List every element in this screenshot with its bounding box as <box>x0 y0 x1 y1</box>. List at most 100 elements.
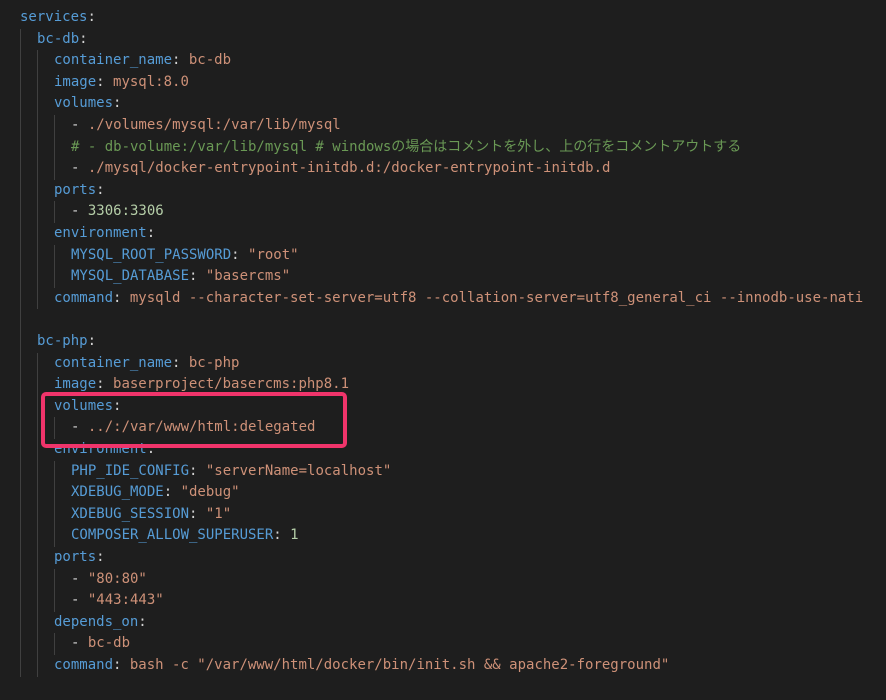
indent-guide <box>20 28 21 677</box>
indent-guide <box>37 50 38 310</box>
yaml-key: XDEBUG_SESSION <box>71 505 190 522</box>
code-line[interactable]: depends_on: <box>54 612 147 634</box>
code-line[interactable]: volumes: <box>54 93 121 115</box>
code-line[interactable]: MYSQL_ROOT_PASSWORD: "root" <box>71 245 299 267</box>
yaml-string-value: mysql:8.0 <box>113 73 189 90</box>
code-line[interactable]: command: mysqld --character-set-server=u… <box>54 288 863 310</box>
indent-guide <box>54 633 55 655</box>
yaml-key: bc-php <box>37 333 88 349</box>
yaml-number-value: 3306:3306 <box>87 203 164 220</box>
yaml-key: container_name <box>54 354 173 371</box>
code-line[interactable]: services: <box>20 7 96 29</box>
yaml-punctuation: : <box>172 354 189 371</box>
yaml-punctuation: : <box>113 95 122 112</box>
code-line[interactable]: XDEBUG_MODE: "debug" <box>71 482 240 504</box>
yaml-number-value: 1 <box>290 527 299 544</box>
yaml-string-value: bash -c "/var/www/html/docker/bin/init.s… <box>129 657 670 673</box>
yaml-punctuation: : <box>189 268 206 285</box>
code-line[interactable]: ports: <box>54 547 105 569</box>
yaml-string-value: "443:443" <box>87 592 164 609</box>
yaml-string-value: "1" <box>205 505 232 522</box>
code-line[interactable]: - ./mysql/docker-entrypoint-initdb.d:/do… <box>71 158 610 180</box>
code-line[interactable]: environment: <box>54 223 155 245</box>
yaml-string-value: "basercms" <box>205 268 291 285</box>
code-line[interactable]: bc-db: <box>37 29 88 51</box>
code-line[interactable]: ports: <box>54 180 105 202</box>
yaml-key: depends_on <box>54 613 139 630</box>
yaml-string-value: ./mysql/docker-entrypoint-initdb.d:/dock… <box>87 160 611 177</box>
yaml-comment: # - db-volume:/var/lib/mysql # windowsの場… <box>71 138 742 155</box>
indent-guide <box>54 244 55 288</box>
yaml-punctuation: : <box>96 181 105 198</box>
indent-guide <box>54 460 55 547</box>
yaml-punctuation: - <box>71 635 88 652</box>
yaml-key: COMPOSER_ALLOW_SUPERUSER <box>71 527 274 544</box>
yaml-punctuation: : <box>79 30 88 47</box>
yaml-punctuation: : <box>113 657 130 673</box>
yaml-punctuation: - <box>71 570 88 587</box>
yaml-punctuation: : <box>273 527 291 544</box>
yaml-punctuation: : <box>146 225 156 241</box>
indent-guide <box>37 352 38 677</box>
yaml-string-value: bc-db <box>87 635 131 652</box>
yaml-punctuation: - <box>71 160 88 177</box>
yaml-punctuation: : <box>172 52 189 69</box>
yaml-key: MYSQL_DATABASE <box>71 268 190 285</box>
yaml-string-value: mysqld --character-set-server=utf8 --col… <box>129 289 864 306</box>
indent-guide <box>54 115 55 180</box>
yaml-key: MYSQL_ROOT_PASSWORD <box>71 246 232 263</box>
yaml-key: environment <box>54 225 147 241</box>
code-editor[interactable]: services: bc-db: container_name: bc-db imag… <box>0 0 886 700</box>
yaml-punctuation: - <box>71 592 88 609</box>
code-line[interactable]: COMPOSER_ALLOW_SUPERUSER: 1 <box>71 525 299 547</box>
code-line[interactable]: - 3306:3306 <box>71 201 164 223</box>
yaml-key: ports <box>54 181 97 198</box>
yaml-punctuation: : <box>96 549 105 565</box>
yaml-string-value: ./volumes/mysql:/var/lib/mysql <box>87 117 341 133</box>
code-line[interactable]: - ./volumes/mysql:/var/lib/mysql <box>71 115 341 137</box>
yaml-punctuation: : <box>96 376 114 393</box>
indent-guide <box>54 568 55 612</box>
code-line[interactable]: bc-php: <box>37 331 96 353</box>
code-line[interactable]: image: mysql:8.0 <box>54 72 189 94</box>
yaml-key: command <box>54 657 114 673</box>
yaml-punctuation: : <box>138 613 147 630</box>
volumes-highlight-box <box>41 392 347 448</box>
code-line[interactable]: MYSQL_DATABASE: "basercms" <box>71 266 290 288</box>
yaml-punctuation: : <box>96 73 114 90</box>
code-line[interactable]: container_name: bc-php <box>54 353 239 375</box>
yaml-string-value: "debug" <box>180 484 240 501</box>
yaml-string-value: "root" <box>248 246 299 263</box>
yaml-punctuation: - <box>71 117 88 133</box>
code-line[interactable]: - bc-db <box>71 633 130 655</box>
yaml-string-value: "80:80" <box>87 570 147 587</box>
yaml-key: ports <box>54 549 97 565</box>
yaml-key: bc-db <box>37 30 80 47</box>
yaml-punctuation: : <box>231 246 249 263</box>
code-line[interactable]: PHP_IDE_CONFIG: "serverName=localhost" <box>71 461 391 483</box>
code-line[interactable]: # - db-volume:/var/lib/mysql # windowsの場… <box>71 137 741 159</box>
yaml-key: command <box>54 289 114 306</box>
yaml-punctuation: : <box>189 462 206 479</box>
yaml-punctuation: : <box>113 289 130 306</box>
code-line[interactable]: - "80:80" <box>71 569 147 591</box>
yaml-key: image <box>54 376 97 393</box>
yaml-punctuation: - <box>71 203 88 220</box>
yaml-string-value: bc-db <box>188 52 232 69</box>
code-line[interactable]: container_name: bc-db <box>54 50 231 72</box>
yaml-string-value: bc-php <box>188 354 240 371</box>
yaml-key: services <box>20 9 88 25</box>
code-line[interactable]: - "443:443" <box>71 590 164 612</box>
yaml-key: PHP_IDE_CONFIG <box>71 462 190 479</box>
yaml-punctuation: : <box>87 333 97 349</box>
code-line[interactable]: XDEBUG_SESSION: "1" <box>71 504 231 526</box>
yaml-key: image <box>54 73 97 90</box>
yaml-string-value: baserproject/basercms:php8.1 <box>113 376 350 393</box>
yaml-punctuation: : <box>87 9 96 25</box>
code-line[interactable]: command: bash -c "/var/www/html/docker/b… <box>54 655 669 677</box>
yaml-string-value: "serverName=localhost" <box>205 462 392 479</box>
yaml-key: XDEBUG_MODE <box>71 484 164 501</box>
yaml-punctuation: : <box>189 505 206 522</box>
indent-guide <box>54 201 55 223</box>
yaml-key: volumes <box>54 95 114 112</box>
